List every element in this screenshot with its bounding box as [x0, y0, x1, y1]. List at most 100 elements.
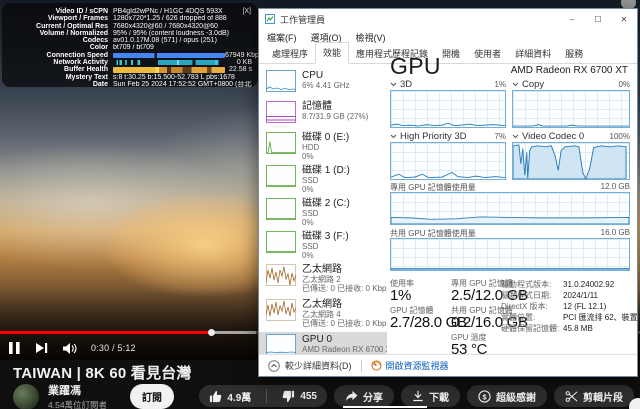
sidebar-item-disk1[interactable]: 磁碟 1 (D:)SSD0% — [259, 163, 387, 194]
stat-value: 95% / 95% (content loudness -3.0dB) — [113, 30, 229, 37]
ethernet-sparkline — [266, 299, 296, 321]
sidebar-item-disk0[interactable]: 磁碟 0 (E:)HDD0% — [259, 130, 387, 161]
sidebar-item-disk3[interactable]: 磁碟 3 (F:)SSD0% — [259, 229, 387, 260]
clip-button[interactable]: 剪輯片段 — [554, 385, 634, 407]
chevron-down-icon[interactable] — [512, 134, 519, 139]
gpu-sparkline — [266, 334, 296, 356]
sidebar-sub: 乙太網路 4 — [302, 310, 387, 319]
network-activity-bar — [113, 60, 225, 66]
task-manager-app-icon — [265, 14, 275, 24]
buffer-health-bar — [113, 67, 225, 73]
sidebar-sub: AMD Radeon RX 6700 XT — [302, 345, 387, 354]
stat-label: Date — [6, 81, 108, 88]
sidebar-label: GPU 0 — [302, 334, 387, 345]
stat-label: Current / Optimal Res — [6, 23, 108, 30]
gpu-panel-title: GPU — [390, 53, 441, 80]
stat-label: Connection Speed — [6, 52, 108, 59]
chevron-up-circle-icon — [268, 360, 280, 372]
tab-services[interactable]: 服務 — [558, 44, 590, 64]
footer-divider — [361, 360, 362, 372]
svg-text:$: $ — [482, 392, 487, 401]
stat-value: s:8 t:30.25 b:15.500-52.783 L pbs:1678 — [113, 74, 235, 81]
stat-value: 1280x720*1.25 / 626 dropped of 888 — [113, 15, 227, 22]
open-resource-monitor-label: 開啟資源監視器 — [386, 359, 449, 372]
sidebar-item-memory[interactable]: 記憶體8.7/31.9 GB (27%) — [259, 99, 387, 128]
progress-played — [0, 331, 211, 334]
disk-sparkline — [266, 231, 296, 253]
stat-value: 0 KB — [237, 59, 252, 66]
download-icon — [412, 390, 424, 402]
sidebar-sub: 8.7/31.9 GB (27%) — [302, 112, 368, 121]
sidebar-sub: SSD — [302, 209, 350, 218]
volume-icon[interactable] — [62, 342, 77, 355]
pause-button[interactable] — [8, 341, 21, 355]
detail-physical-location: 實體位置:PCI 匯流排 62、裝置... — [501, 313, 640, 322]
scissors-icon — [565, 390, 578, 403]
sidebar-item-ethernet2[interactable]: 乙太網路乙太網路 2已傳送: 0 已接收: 0 Kbps — [259, 262, 387, 295]
memory-sparkline — [266, 101, 296, 123]
subscribe-button[interactable]: 訂閱 — [130, 384, 174, 409]
chevron-down-icon[interactable] — [512, 82, 519, 87]
dislike-count: 455 — [300, 391, 317, 402]
maximize-button[interactable]: ☐ — [585, 9, 611, 29]
window-titlebar[interactable]: 工作管理員 – ☐ ✕ — [259, 9, 637, 29]
chevron-down-icon[interactable] — [390, 134, 397, 139]
tab-processes[interactable]: 處理程序 — [265, 44, 315, 64]
taskmgr-footer: 較少詳細資料(D) 開啟資源監視器 — [259, 354, 637, 376]
chevron-down-icon[interactable] — [390, 82, 397, 87]
share-button[interactable]: 分享 — [334, 385, 394, 407]
progress-buffered — [211, 331, 256, 334]
resource-monitor-icon — [371, 360, 382, 371]
sidebar-item-disk2[interactable]: 磁碟 2 (C:)SSD0% — [259, 196, 387, 227]
stat-value: Sun Feb 25 2024 17:52:52 GMT+0800 (台北標準時… — [113, 81, 252, 88]
stat-label: Buffer Health — [6, 66, 108, 73]
dislike-button[interactable]: 455 — [272, 385, 327, 407]
super-thanks-button[interactable]: $ 超級感謝 — [467, 385, 547, 407]
pill-divider — [266, 389, 267, 403]
minimize-button[interactable]: – — [559, 9, 585, 29]
stat-value: av01.0.17M.08 (571) / opus (251) — [113, 37, 217, 44]
stat-label: Volume / Normalized — [6, 30, 108, 37]
thumbs-up-icon — [209, 390, 222, 403]
like-count: 4.9萬 — [227, 389, 251, 404]
sidebar-sub: 0% — [302, 185, 350, 194]
sidebar-sub: SSD — [302, 242, 349, 251]
close-button[interactable]: ✕ — [611, 9, 637, 29]
channel-name[interactable]: 業躍馮 — [48, 382, 107, 398]
stat-value: 7680x4320@60 / 7680x4320@60 — [113, 23, 218, 30]
disk-sparkline — [266, 132, 296, 154]
stat-value: PB4gId2wPNc / H1GC 4DQS 593X — [113, 8, 223, 15]
sidebar-sub: 0% — [302, 218, 350, 227]
next-button[interactable] — [35, 342, 48, 354]
sidebar-item-cpu[interactable]: CPU6% 4.41 GHz — [259, 68, 387, 97]
sidebar-label: 磁碟 2 (C:) — [302, 198, 350, 209]
menu-view[interactable]: 檢視(V) — [356, 31, 386, 44]
like-dislike-pill: 4.9萬 455 — [199, 385, 327, 407]
stats-close-button[interactable]: [X] — [242, 8, 251, 15]
thumbs-down-icon — [282, 390, 295, 403]
stat-label: Codecs — [6, 37, 108, 44]
sidebar-sub: 0% — [302, 152, 349, 161]
stat-label: Network Activity — [6, 59, 108, 66]
channel-avatar[interactable] — [13, 384, 39, 409]
cpu-sparkline — [266, 70, 296, 92]
video-title: TAIWAN | 8K 60 看見台灣 — [13, 362, 192, 383]
sidebar-item-ethernet4[interactable]: 乙太網路乙太網路 4已傳送: 0 已接收: 0 Kbps — [259, 297, 387, 330]
download-label: 下載 — [429, 389, 449, 404]
graph-video-codec — [512, 142, 630, 180]
download-button[interactable]: 下載 — [401, 385, 460, 407]
scroll-button-partial[interactable] — [629, 398, 640, 409]
performance-sidebar: CPU6% 4.41 GHz 記憶體8.7/31.9 GB (27%) 磁碟 0… — [259, 64, 387, 356]
tab-users[interactable]: 使用者 — [467, 44, 508, 64]
like-button[interactable]: 4.9萬 — [199, 385, 261, 407]
fewer-details-button[interactable]: 較少詳細資料(D) — [268, 359, 352, 372]
tab-details[interactable]: 詳細資料 — [508, 44, 558, 64]
open-resource-monitor-link[interactable]: 開啟資源監視器 — [371, 359, 449, 372]
detail-hw-reserved-memory: 硬體保留記憶體:45.8 MB — [501, 324, 593, 333]
time-display: 0:30 / 5:12 — [91, 343, 136, 353]
sidebar-item-gpu0[interactable]: GPU 0AMD Radeon RX 6700 XT1% (53 °C) — [259, 332, 387, 356]
sidebar-sub: 乙太網路 2 — [302, 275, 387, 284]
tab-performance[interactable]: 效能 — [315, 42, 349, 64]
menu-file[interactable]: 檔案(F) — [267, 31, 297, 44]
stat-value: bt709 / bt709 — [113, 44, 154, 51]
